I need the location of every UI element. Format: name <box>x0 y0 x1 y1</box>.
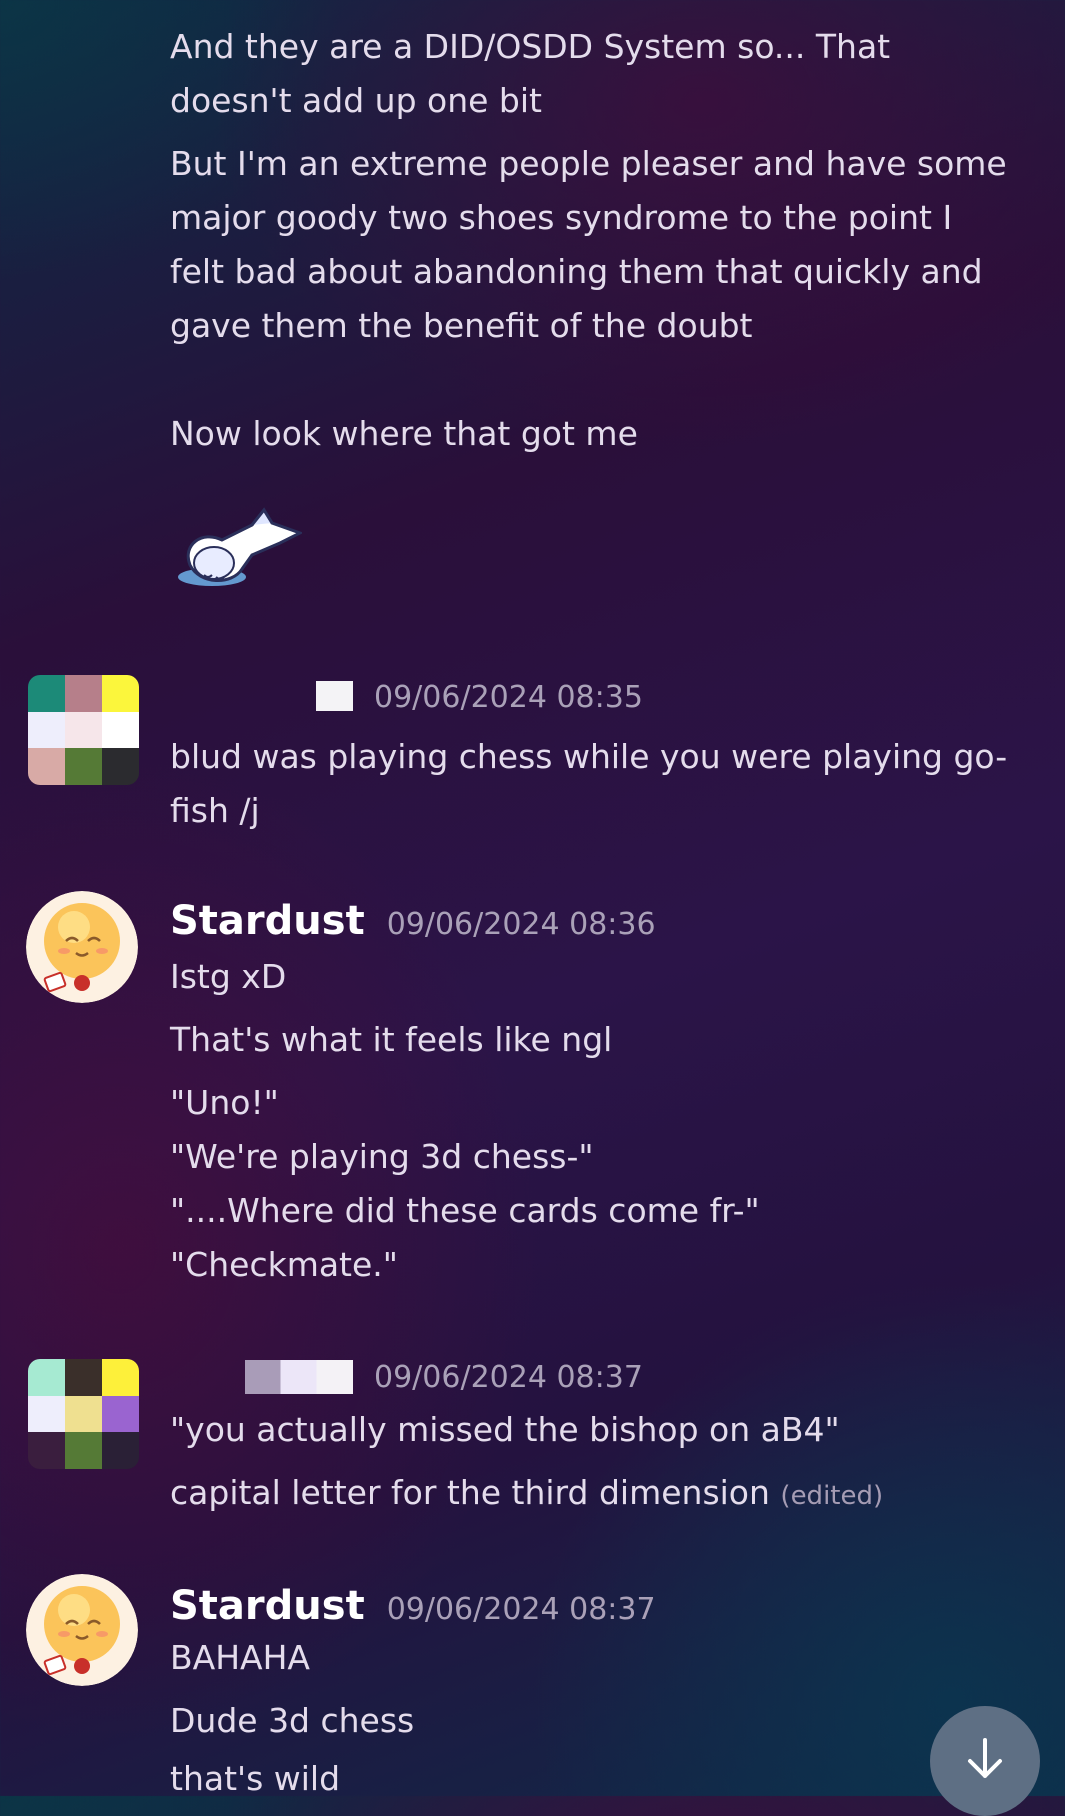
message-timestamp: 09/06/2024 08:36 <box>386 907 656 942</box>
jump-to-latest-button[interactable] <box>930 1706 1040 1816</box>
message-text: But I'm an extreme people pleaser and ha… <box>170 144 1007 453</box>
message-text: That's what it feels like ngl <box>170 1020 613 1059</box>
sleeping-ghost-sticker[interactable] <box>172 505 304 590</box>
message-feed[interactable]: And they are a DID/OSDD System so... Tha… <box>0 0 1065 1816</box>
message-header: 09/06/2024 08:35 <box>374 680 643 730</box>
username[interactable]: Stardust <box>170 1583 365 1629</box>
message-text: BAHAHA <box>170 1638 310 1677</box>
message-text: capital letter for the third dimension <box>170 1473 770 1512</box>
arrow-down-icon <box>960 1734 1010 1788</box>
redacted-username <box>316 681 353 711</box>
message-header: Stardust 09/06/2024 08:36 <box>170 898 656 948</box>
edited-label: (edited) <box>780 1481 884 1511</box>
message-text: And they are a DID/OSDD System so... Tha… <box>170 27 901 120</box>
message-text: that's wild <box>170 1759 341 1798</box>
redacted-username <box>245 1360 353 1394</box>
message-timestamp: 09/06/2024 08:37 <box>386 1592 656 1627</box>
message-header: Stardust 09/06/2024 08:37 <box>170 1583 656 1633</box>
message-timestamp: 09/06/2024 08:37 <box>374 1360 643 1395</box>
message-text: "you actually missed the bishop on aB4" <box>170 1410 840 1449</box>
stardust-avatar[interactable] <box>26 1574 138 1686</box>
message-text: "Uno!" "We're playing 3d chess-" "....Wh… <box>170 1083 760 1284</box>
user-avatar[interactable] <box>28 675 139 785</box>
message-text: blud was playing chess while you were pl… <box>170 737 1008 830</box>
message-text: Dude 3d chess <box>170 1701 415 1740</box>
message-text-edited: capital letter for the third dimension (… <box>170 1466 1010 1523</box>
username[interactable]: Stardust <box>170 898 365 944</box>
message-text: Istg xD <box>170 957 287 996</box>
stardust-avatar[interactable] <box>26 891 138 1003</box>
message-timestamp: 09/06/2024 08:35 <box>374 680 643 715</box>
user-avatar[interactable] <box>28 1359 139 1469</box>
